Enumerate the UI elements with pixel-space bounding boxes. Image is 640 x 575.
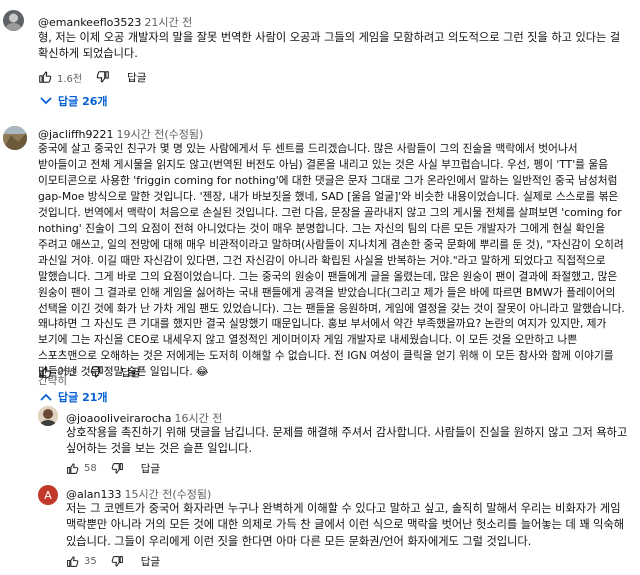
like-count: 35	[84, 555, 97, 567]
thumbs-down-icon	[90, 366, 103, 378]
comment-text: 상호작용을 촉진하기 위해 댓글을 남깁니다. 문제를 해결해 주셔서 감사합니…	[66, 426, 628, 456]
avatar-letter: A	[44, 489, 52, 502]
avatar[interactable]	[3, 10, 24, 31]
like-count: 855	[57, 366, 77, 378]
timestamp[interactable]: 19시간 전(수정됨)	[117, 128, 204, 141]
comment-text: 중국에 살고 중국인 친구가 몇 명 있는 사람에게서 두 센트를 드리겠습니다…	[38, 142, 625, 379]
comment-actions: 35 답글	[66, 552, 160, 570]
like-button[interactable]	[38, 70, 52, 84]
comment-header: @joaooliveirarocha 16시간 전	[66, 410, 222, 426]
author-handle[interactable]: @joaooliveirarocha	[66, 412, 171, 425]
like-button[interactable]	[66, 462, 79, 475]
author-handle[interactable]: @emankeeflo3523	[38, 16, 141, 29]
timestamp[interactable]: 15시간 전(수정됨)	[125, 488, 212, 501]
reply-button[interactable]: 답글	[141, 554, 160, 569]
like-button[interactable]	[38, 365, 52, 379]
dislike-button[interactable]	[111, 462, 124, 475]
reply-1: @joaooliveirarocha 16시간 전 상호작용을 촉진하기 위해 댓…	[0, 402, 640, 482]
thumbs-down-icon	[111, 555, 123, 567]
thumbs-down-icon	[111, 462, 123, 474]
comment-header: @emankeeflo3523 21시간 전	[38, 14, 192, 30]
avatar[interactable]	[3, 126, 27, 150]
reply-2: A @alan133 15시간 전(수정됨) 저는 그 코멘트가 중국어 화자라면…	[0, 480, 640, 575]
chevron-up-icon	[40, 393, 52, 401]
reply-button[interactable]: 답글	[127, 70, 146, 85]
comment-actions: 58 답글	[66, 459, 160, 477]
comment-1: @emankeeflo3523 21시간 전 형, 저는 이제 오공 개발자의 말…	[0, 0, 640, 115]
view-replies-button[interactable]: 답글 26개	[40, 93, 108, 109]
comment-actions: 855 답글	[38, 363, 140, 381]
thumbs-up-icon	[67, 462, 79, 474]
author-handle[interactable]: @jacliffh9221	[38, 128, 114, 141]
thumbs-up-icon	[67, 555, 79, 567]
replies-count-label: 답글 26개	[58, 95, 108, 108]
like-count: 58	[84, 462, 97, 474]
author-handle[interactable]: @alan133	[66, 488, 122, 501]
like-count: 1.6천	[57, 73, 83, 85]
chevron-down-icon	[40, 97, 52, 105]
thumbs-down-icon	[96, 71, 109, 83]
comment-header: @jacliffh9221 19시간 전(수정됨)	[38, 126, 203, 142]
dislike-button[interactable]	[96, 70, 110, 84]
comment-actions: 1.6천 답글	[38, 68, 146, 86]
avatar[interactable]	[38, 406, 58, 426]
timestamp[interactable]: 21시간 전	[144, 16, 192, 29]
like-button[interactable]	[66, 555, 79, 568]
thumbs-up-icon	[39, 366, 52, 378]
comment-2: @jacliffh9221 19시간 전(수정됨) 중국에 살고 중국인 친구가 …	[0, 118, 640, 408]
reply-button[interactable]: 답글	[121, 365, 140, 380]
avatar[interactable]: A	[38, 485, 58, 505]
thumbs-up-icon	[39, 71, 52, 83]
dislike-button[interactable]	[90, 365, 104, 379]
dislike-button[interactable]	[111, 555, 124, 568]
reply-button[interactable]: 답글	[141, 461, 160, 476]
comment-text: 형, 저는 이제 오공 개발자의 말을 잘못 번역한 사람이 오공과 그들의 게…	[38, 31, 621, 61]
comment-header: @alan133 15시간 전(수정됨)	[66, 486, 211, 502]
timestamp[interactable]: 16시간 전	[174, 412, 222, 425]
comment-text: 저는 그 코멘트가 중국어 화자라면 누구나 완벽하게 이해할 수 있다고 말하…	[66, 502, 625, 548]
